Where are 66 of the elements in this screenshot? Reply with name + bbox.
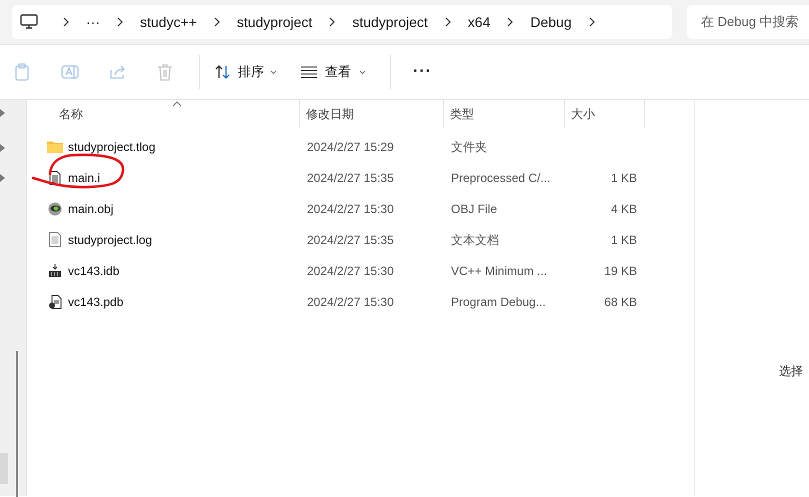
column-header[interactable]: 大小 — [565, 100, 645, 128]
file-size: 68 KB — [604, 294, 637, 308]
scrollbar-thumb[interactable] — [16, 351, 18, 497]
breadcrumb-item[interactable]: studyproject — [236, 12, 312, 32]
eye-icon — [47, 202, 63, 216]
expand-arrow-icon[interactable] — [0, 173, 6, 183]
breadcrumb-item[interactable]: ··· — [86, 12, 100, 32]
file-type: Program Debug... — [451, 294, 546, 308]
chevron-right-icon — [115, 17, 125, 27]
modified-date: 2024/2/27 15:30 — [307, 294, 394, 308]
column-header[interactable]: 修改日期 — [300, 100, 444, 128]
chevron-right-icon — [505, 17, 516, 27]
modified-date: 2024/2/27 15:35 — [307, 170, 394, 184]
file-type: OBJ File — [451, 202, 498, 216]
breadcrumb-item[interactable]: studyproject — [352, 12, 428, 32]
file-size: 1 KB — [610, 232, 637, 246]
modified-date: 2024/2/27 15:30 — [307, 202, 394, 216]
view-button[interactable]: 查看 — [299, 56, 368, 88]
preview-message: 选择 — [779, 363, 803, 380]
breadcrumb-item[interactable]: Debug — [530, 12, 572, 32]
address-bar[interactable]: ··· studyc++ studyproject studyproject x64 Debug — [12, 5, 672, 39]
file-size: 4 KB — [610, 202, 637, 216]
breadcrumb-item[interactable]: studyc++ — [140, 12, 197, 32]
file-name[interactable]: main.i — [68, 168, 100, 186]
file-name[interactable]: vc143.pdb — [68, 292, 124, 310]
caret-icon — [270, 70, 277, 74]
database-download-icon — [48, 264, 62, 278]
rename-icon[interactable] — [61, 63, 79, 81]
paste-icon[interactable] — [14, 63, 30, 81]
sort-button[interactable]: 排序 — [212, 56, 279, 88]
chevron-right-icon — [442, 17, 453, 27]
delete-icon[interactable] — [157, 63, 173, 81]
modified-date: 2024/2/27 15:35 — [307, 232, 394, 246]
file-type: VC++ Minimum ... — [451, 264, 548, 278]
sort-indicator-icon — [172, 101, 182, 107]
chevron-right-icon — [61, 17, 71, 27]
more-button[interactable]: ··· — [413, 60, 432, 84]
chevron-right-icon — [586, 17, 597, 27]
modified-date: 2024/2/27 15:29 — [307, 140, 394, 154]
file-name[interactable]: vc143.idb — [68, 262, 120, 280]
expand-arrow-icon[interactable] — [0, 143, 6, 153]
sort-arrows-icon — [214, 64, 232, 80]
column-header[interactable]: 名称 — [27, 100, 300, 128]
file-size: 19 KB — [604, 264, 637, 278]
document-gear-icon — [48, 294, 62, 308]
file-size: 1 KB — [610, 170, 637, 184]
chevron-right-icon — [212, 17, 222, 27]
share-icon[interactable] — [109, 64, 127, 80]
search-field[interactable]: 在 Debug 中搜索 — [687, 5, 809, 39]
list-lines-icon — [301, 66, 317, 78]
computer-icon[interactable] — [20, 14, 38, 30]
file-name[interactable]: studyproject.log — [68, 230, 152, 248]
scrollbar-track — [0, 453, 8, 484]
document-icon — [49, 232, 61, 247]
breadcrumb-item[interactable]: x64 — [468, 12, 490, 32]
file-name[interactable]: main.obj — [68, 200, 114, 218]
caret-icon — [359, 70, 366, 74]
modified-date: 2024/2/27 15:30 — [307, 264, 394, 278]
column-header[interactable]: 类型 — [444, 100, 565, 128]
chevron-right-icon — [327, 17, 338, 27]
file-type: Preprocessed C/... — [451, 170, 550, 184]
expand-arrow-icon[interactable] — [0, 108, 6, 118]
file-type: 文件夹 — [451, 140, 487, 154]
file-name[interactable]: studyproject.tlog — [68, 138, 156, 156]
file-type: 文本文档 — [451, 232, 499, 246]
folder-icon — [47, 140, 63, 153]
